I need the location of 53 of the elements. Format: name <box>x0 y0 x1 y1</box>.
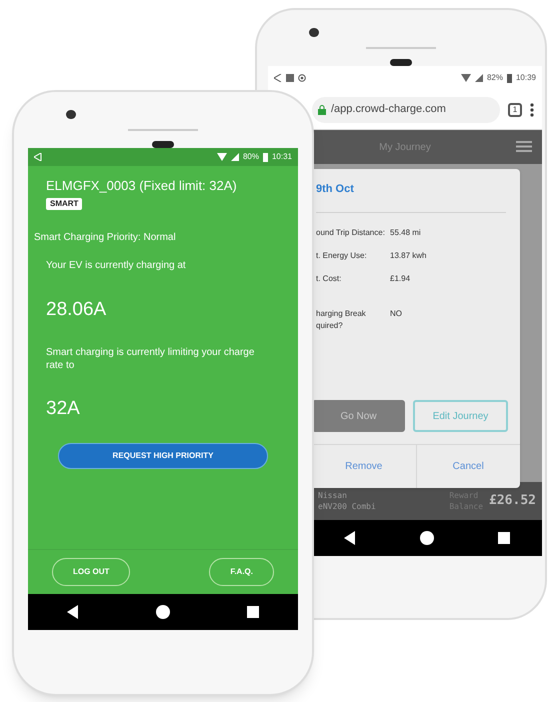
wifi-icon <box>216 153 227 161</box>
battery-icon <box>506 74 512 82</box>
back-icon[interactable] <box>344 531 356 545</box>
battery-icon <box>262 152 268 162</box>
url-text: /app.crowd-charge.com <box>331 102 446 118</box>
vehicle-model: eNV200 Combi <box>318 501 376 512</box>
home-icon[interactable] <box>420 531 434 545</box>
footer-button[interactable]: LOG OUT <box>52 558 130 586</box>
smart-badge: SMART <box>46 198 82 210</box>
detail-value: £1.94 <box>390 272 410 284</box>
detail-label: t. Cost: <box>316 272 342 284</box>
detail-label: t. Energy Use: <box>316 250 368 262</box>
clock: 10:31 <box>272 151 292 163</box>
detail-value: 55.48 mi <box>390 226 421 238</box>
sensor-icon <box>152 140 174 148</box>
recent-apps-icon[interactable] <box>247 606 260 618</box>
circle-icon <box>298 74 306 82</box>
signal-icon <box>474 74 483 82</box>
back-icon[interactable] <box>66 605 79 619</box>
charger-title: ELMGFX_0003 (Fixed limit: 32A) <box>46 177 238 195</box>
limit-label: Smart charging is currently limiting your charge rate to <box>46 346 256 372</box>
reward-amount: £26.52 <box>489 492 536 510</box>
priority-text: Smart Charging Priority: Normal <box>34 230 177 244</box>
address-bar[interactable]: /app.crowd-charge.com <box>312 96 500 122</box>
journey-button[interactable]: Edit Journey <box>413 400 508 432</box>
battery-percent: 82% <box>486 72 503 84</box>
limit-value: 32A <box>46 397 81 421</box>
footer-button[interactable]: F.A.Q. <box>209 558 274 586</box>
journey-date: 9th Oct <box>316 182 355 197</box>
back-icon <box>34 153 42 161</box>
sensor-icon <box>390 58 412 66</box>
tab-count-button[interactable]: 1 <box>508 102 522 116</box>
camera-icon <box>66 110 76 119</box>
request-priority-button[interactable]: REQUEST HIGH PRIORITY <box>58 442 268 468</box>
home-icon[interactable] <box>156 605 170 619</box>
detail-label: ound Trip Distance: <box>316 226 386 238</box>
menu-icon[interactable] <box>516 141 532 152</box>
camera-icon <box>309 28 319 37</box>
signal-icon <box>230 153 239 161</box>
more-icon[interactable] <box>530 102 534 116</box>
clock: 10:39 <box>516 72 536 84</box>
detail-value: 13.87 kwh <box>390 250 426 262</box>
battery-percent: 80% <box>242 151 259 163</box>
lock-icon <box>318 104 326 114</box>
journey-button[interactable]: Go Now <box>312 400 405 432</box>
detail-label: harging Break quired? <box>316 308 367 332</box>
wifi-icon <box>460 74 471 82</box>
vehicle-make: Nissan <box>318 490 348 501</box>
detail-value: NO <box>390 308 402 320</box>
back-icon <box>274 74 282 82</box>
charging-value: 28.06A <box>46 298 108 322</box>
dialog-action[interactable]: Remove <box>312 445 416 488</box>
charging-label: Your EV is currently charging at <box>46 258 187 272</box>
